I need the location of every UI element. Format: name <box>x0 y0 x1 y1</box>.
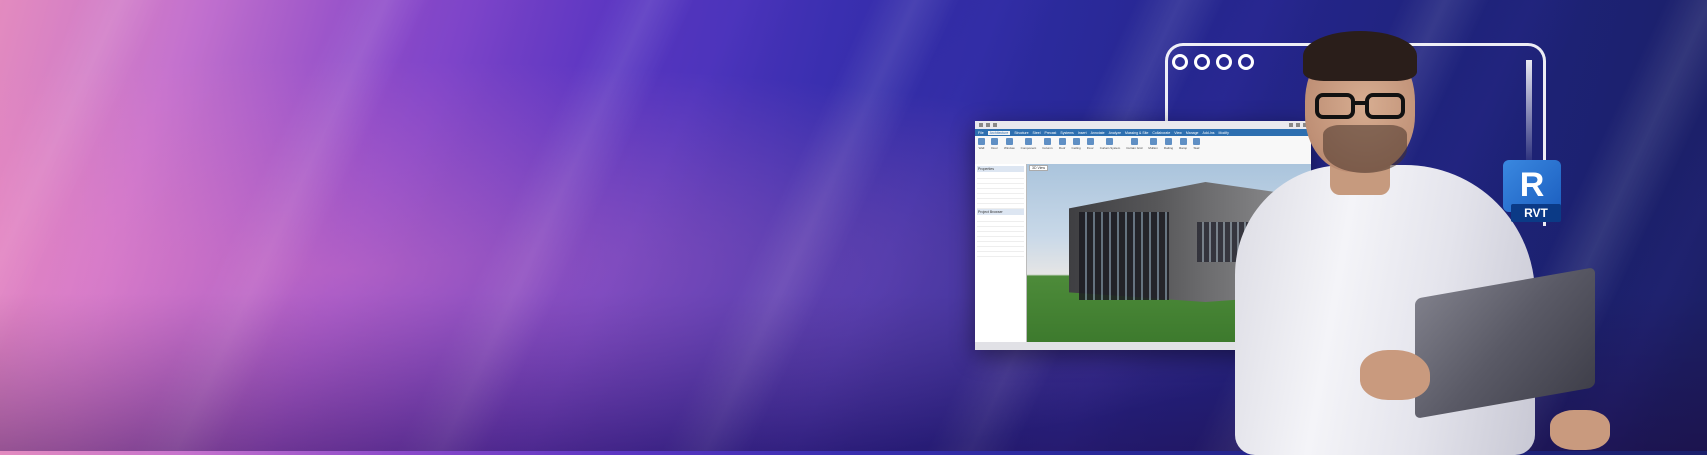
ribbon-tab: File <box>978 130 984 135</box>
ribbon-tab: View <box>1174 130 1182 135</box>
ribbon-tool-label: Column <box>1042 146 1053 150</box>
ribbon-tool-label: Mullion <box>1148 146 1158 150</box>
ribbon-tool-label: Window <box>1004 146 1015 150</box>
beard <box>1323 125 1407 173</box>
ribbon-tab: Manage <box>1185 130 1199 135</box>
hand <box>1550 410 1610 450</box>
ribbon-tool: Component <box>1020 138 1037 166</box>
ribbon-tool: Mullion <box>1148 138 1158 166</box>
window-control-icon <box>986 123 990 127</box>
curtain-grid-icon <box>1130 138 1138 145</box>
window-dot-icon <box>1172 54 1188 70</box>
hair <box>1303 31 1417 81</box>
window-control-icon <box>993 123 997 127</box>
ribbon-tab: Insert <box>1077 130 1087 135</box>
railing-icon <box>1164 138 1172 145</box>
glasses-icon <box>1315 93 1415 123</box>
ribbon-tool-label: Floor <box>1086 146 1094 150</box>
ribbon-tool: Railing <box>1164 138 1173 166</box>
window-control-icon <box>979 123 983 127</box>
ribbon-tool-label: Railing <box>1163 146 1174 150</box>
wall-icon <box>978 138 985 145</box>
window-icon <box>1005 138 1013 145</box>
view-tab: 3D View <box>1029 165 1048 171</box>
project-browser-header: Project Browser <box>977 209 1024 215</box>
man-with-laptop-photo <box>1215 15 1610 455</box>
ribbon-tool: Column <box>1042 138 1053 166</box>
curtain-wall-facade <box>1079 212 1169 300</box>
rvt-label: RVT <box>1511 204 1561 222</box>
ribbon-tool: Ceiling <box>1072 138 1081 166</box>
column-icon <box>1043 138 1051 145</box>
ribbon-tool: Wall <box>978 138 985 166</box>
ribbon-tool-label: Stair <box>1193 146 1200 150</box>
ribbon-tab: Structure <box>1014 130 1029 135</box>
roof-icon <box>1058 138 1066 145</box>
ribbon-tool-label: Curtain Grid <box>1126 146 1143 150</box>
window-dot-icon <box>1194 54 1210 70</box>
ribbon-tool: Curtain System <box>1099 138 1121 166</box>
ribbon-tab: Systems <box>1060 130 1074 135</box>
floor-icon <box>1086 138 1094 145</box>
ribbon-tool: Door <box>991 138 998 166</box>
ribbon-tool: Ramp <box>1179 138 1187 166</box>
ribbon-tab: Annotate <box>1090 130 1105 135</box>
ribbon-tab: Massing & Site <box>1125 130 1149 135</box>
curtain-system-icon <box>1106 138 1114 145</box>
ribbon-tab: Add-Ins <box>1202 130 1215 135</box>
lens <box>1365 93 1405 119</box>
ribbon-tool-label: Curtain System <box>1099 146 1121 150</box>
ribbon-tool-label: Ramp <box>1179 146 1188 150</box>
ribbon-tab: Analyze <box>1108 130 1122 135</box>
window-controls <box>979 123 997 127</box>
revit-rvt-badge: R RVT <box>1503 160 1561 228</box>
hand <box>1360 350 1430 400</box>
ribbon-tool: Roof <box>1058 138 1066 166</box>
ribbon-tool: Stair <box>1193 138 1201 166</box>
ribbon-tool: Floor <box>1086 138 1094 166</box>
ribbon-tool-label: Component <box>1020 146 1037 150</box>
ceiling-icon <box>1072 138 1080 145</box>
ribbon-tool-label: Door <box>991 146 998 150</box>
ribbon-tool-label: Ceiling <box>1071 146 1081 150</box>
ribbon-tool: Window <box>1004 138 1015 166</box>
ribbon-tab: Steel <box>1032 130 1041 135</box>
properties-header: Properties <box>977 166 1024 172</box>
ramp-icon <box>1179 138 1187 145</box>
component-icon <box>1024 138 1032 145</box>
mullion-icon <box>1149 138 1157 145</box>
door-icon <box>991 138 998 145</box>
ribbon-tab: Precast <box>1044 130 1057 135</box>
properties-panel: Properties Project Browser <box>975 164 1027 342</box>
ribbon-tool-label: Wall <box>978 146 985 150</box>
ribbon-tool-label: Roof <box>1058 146 1066 150</box>
stair-icon <box>1193 138 1201 145</box>
browser-row <box>977 252 1024 257</box>
ribbon-tool: Curtain Grid <box>1126 138 1142 166</box>
ribbon-tab-active: Architecture <box>987 130 1011 135</box>
lens <box>1315 93 1355 119</box>
ribbon-tab: Collaborate <box>1152 130 1171 135</box>
